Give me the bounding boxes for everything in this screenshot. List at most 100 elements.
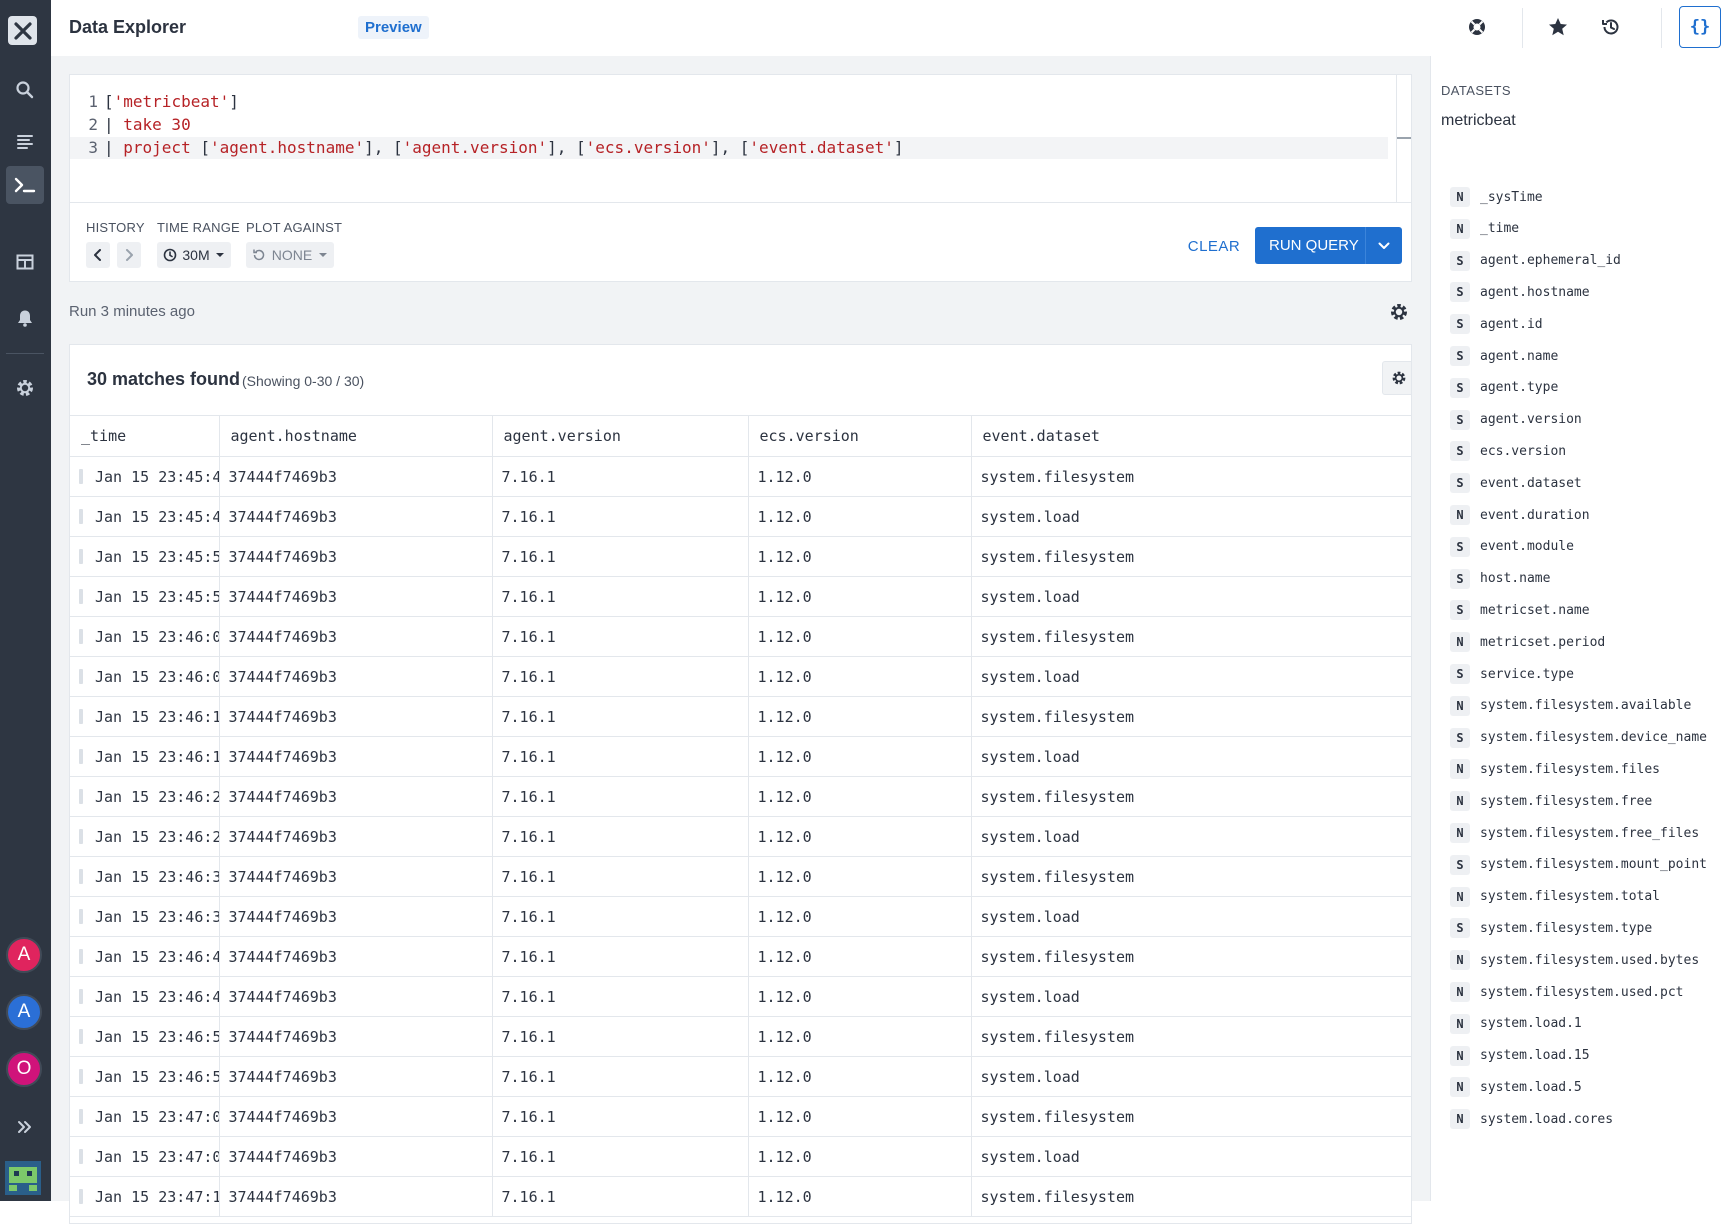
dataset-name[interactable]: metricbeat — [1441, 112, 1516, 130]
column-header[interactable]: agent.version — [492, 415, 749, 457]
history-forward-button[interactable] — [117, 242, 141, 268]
table-row[interactable]: Jan 15 23:45:48 37444f7469b3 7.16.1 1.12.0 s… — [70, 496, 1411, 537]
field-item[interactable]: Nsystem.filesystem.files — [1450, 756, 1660, 782]
field-item[interactable]: Nmetricset.period — [1450, 629, 1605, 655]
field-item[interactable]: Sevent.module — [1450, 534, 1574, 560]
field-item[interactable]: Ssystem.filesystem.type — [1450, 915, 1652, 941]
field-item[interactable]: Nsystem.filesystem.available — [1450, 693, 1691, 719]
field-type-badge: S — [1450, 409, 1470, 430]
table-cell: 1.12.0 — [748, 496, 972, 537]
field-item[interactable]: Nsystem.load.cores — [1450, 1106, 1613, 1132]
table-row[interactable]: Jan 15 23:46:28 37444f7469b3 7.16.1 1.12.0 s… — [70, 816, 1411, 857]
gear-icon[interactable] — [1389, 302, 1413, 326]
query-icon[interactable] — [6, 166, 44, 204]
table-cell: 1.12.0 — [748, 456, 972, 497]
run-query-button[interactable]: RUN QUERY — [1255, 227, 1402, 264]
table-row[interactable]: Jan 15 23:46:18 37444f7469b3 7.16.1 1.12.0 s… — [70, 736, 1411, 777]
field-item[interactable]: Nsystem.load.5 — [1450, 1074, 1582, 1100]
field-item[interactable]: Nsystem.filesystem.free_files — [1450, 820, 1699, 846]
table-row[interactable]: Jan 15 23:47:17 37444f7469b3 7.16.1 1.12.0 s… — [70, 1176, 1411, 1217]
run-query-label: RUN QUERY — [1269, 237, 1359, 254]
field-item[interactable]: Smetricset.name — [1450, 597, 1590, 623]
table-row[interactable]: Jan 15 23:47:08 37444f7469b3 7.16.1 1.12.0 s… — [70, 1136, 1411, 1177]
field-item[interactable]: Sagent.ephemeral_id — [1450, 248, 1621, 274]
avatar-user-a[interactable]: A — [6, 937, 42, 973]
time-range-dropdown[interactable]: 30M — [157, 242, 231, 268]
org-logo-icon[interactable] — [5, 1161, 41, 1195]
clear-button[interactable]: CLEAR — [1182, 228, 1246, 264]
field-item[interactable]: N _time — [1450, 216, 1519, 242]
axiom-logo-icon[interactable] — [8, 16, 37, 45]
field-item[interactable]: Nevent.duration — [1450, 502, 1590, 528]
field-item[interactable]: Sevent.dataset — [1450, 470, 1582, 496]
table-row[interactable]: Jan 15 23:46:27 37444f7469b3 7.16.1 1.12.0 s… — [70, 776, 1411, 817]
field-item[interactable]: Nsystem.filesystem.free — [1450, 788, 1652, 814]
table-row[interactable]: Jan 15 23:46:38 37444f7469b3 7.16.1 1.12.0 s… — [70, 896, 1411, 937]
gear-icon — [1392, 371, 1406, 385]
dashboard-icon[interactable] — [6, 243, 44, 281]
table-row[interactable]: Jan 15 23:46:48 37444f7469b3 7.16.1 1.12.0 s… — [70, 976, 1411, 1017]
row-marker — [79, 628, 83, 644]
table-row[interactable]: Jan 15 23:46:57 37444f7469b3 7.16.1 1.12.0 s… — [70, 1016, 1411, 1057]
table-row[interactable]: Jan 15 23:46:58 37444f7469b3 7.16.1 1.12.0 s… — [70, 1056, 1411, 1097]
field-type-badge: N — [1450, 759, 1470, 780]
code-token: 'agent.hostname' — [209, 138, 365, 157]
search-icon[interactable] — [6, 71, 44, 109]
table-row[interactable]: Jan 15 23:45:58 37444f7469b3 7.16.1 1.12.0 s… — [70, 576, 1411, 617]
table-row[interactable]: Jan 15 23:46:17 37444f7469b3 7.16.1 1.12.0 s… — [70, 696, 1411, 737]
results-table: _time agent.hostname agent.version ecs.vers… — [70, 415, 1411, 1217]
json-view-toggle-button[interactable]: {} — [1679, 6, 1721, 48]
column-header[interactable]: agent.hostname — [219, 415, 493, 457]
double-chevron-right-icon[interactable] — [6, 1108, 44, 1146]
table-cell: Jan 15 23:45:47 — [70, 456, 220, 497]
column-header[interactable]: event.dataset — [971, 415, 1411, 457]
field-item[interactable]: Nsystem.filesystem.used.bytes — [1450, 947, 1699, 973]
row-marker — [79, 868, 83, 884]
table-cell: system.load — [971, 816, 1411, 857]
star-icon[interactable] — [1544, 13, 1572, 41]
help-icon[interactable] — [1463, 13, 1491, 41]
field-item[interactable]: Sagent.name — [1450, 343, 1558, 369]
table-row[interactable]: Jan 15 23:46:47 37444f7469b3 7.16.1 1.12.0 s… — [70, 936, 1411, 977]
settings-icon[interactable] — [6, 369, 44, 407]
history-back-button[interactable] — [86, 242, 110, 268]
time-range-label: TIME RANGE — [157, 220, 240, 235]
field-item[interactable]: Sagent.id — [1450, 311, 1543, 337]
avatar-org-o[interactable]: O — [6, 1051, 42, 1087]
field-item[interactable]: Ssystem.filesystem.device_name — [1450, 725, 1707, 751]
field-item[interactable]: Sagent.version — [1450, 407, 1582, 433]
history-label: HISTORY — [86, 220, 145, 235]
field-item[interactable]: Sservice.type — [1450, 661, 1574, 687]
results-settings-button[interactable] — [1382, 361, 1411, 395]
history-icon[interactable] — [1597, 13, 1625, 41]
avatar-org-a[interactable]: A — [6, 994, 42, 1030]
field-item[interactable]: Shost.name — [1450, 566, 1550, 592]
field-item[interactable]: Secs.version — [1450, 438, 1566, 464]
table-cell: Jan 15 23:45:58 — [70, 576, 220, 617]
stream-icon[interactable] — [6, 123, 44, 161]
table-row[interactable]: Jan 15 23:45:57 37444f7469b3 7.16.1 1.12.0 s… — [70, 536, 1411, 577]
table-row[interactable]: Jan 15 23:46:08 37444f7469b3 7.16.1 1.12.0 s… — [70, 656, 1411, 697]
field-name: metricset.period — [1480, 634, 1606, 650]
query-workspace: 1 ['metricbeat'] 2 | take 30 3 | project ['… — [51, 56, 1430, 1224]
field-item[interactable]: Nsystem.filesystem.total — [1450, 884, 1660, 910]
table-row[interactable]: Jan 15 23:46:37 37444f7469b3 7.16.1 1.12.0 s… — [70, 856, 1411, 897]
field-item[interactable]: Nsystem.filesystem.used.pct — [1450, 979, 1684, 1005]
field-item[interactable]: Ssystem.filesystem.mount_point — [1450, 852, 1707, 878]
table-cell: system.load — [971, 976, 1411, 1017]
field-item[interactable]: Sagent.hostname — [1450, 279, 1590, 305]
field-item[interactable]: Nsystem.load.1 — [1450, 1011, 1582, 1037]
table-row[interactable]: Jan 15 23:45:47 37444f7469b3 7.16.1 1.12.0 s… — [70, 456, 1411, 497]
column-header[interactable]: _time — [70, 415, 220, 457]
plot-against-dropdown[interactable]: NONE — [246, 242, 334, 268]
run-options-chevron-icon[interactable] — [1365, 227, 1402, 264]
query-editor[interactable]: 1 ['metricbeat'] 2 | take 30 3 | project ['… — [69, 74, 1412, 202]
table-row[interactable]: Jan 15 23:46:07 37444f7469b3 7.16.1 1.12.0 s… — [70, 616, 1411, 657]
monitors-icon[interactable] — [6, 299, 44, 337]
editor-scrollbar[interactable] — [1396, 75, 1411, 202]
field-item[interactable]: Nsystem.load.15 — [1450, 1043, 1590, 1069]
table-row[interactable]: Jan 15 23:47:07 37444f7469b3 7.16.1 1.12.0 s… — [70, 1096, 1411, 1137]
field-item[interactable]: Sagent.type — [1450, 375, 1558, 401]
column-header[interactable]: ecs.version — [748, 415, 972, 457]
field-item[interactable]: N _sysTime — [1450, 184, 1543, 210]
